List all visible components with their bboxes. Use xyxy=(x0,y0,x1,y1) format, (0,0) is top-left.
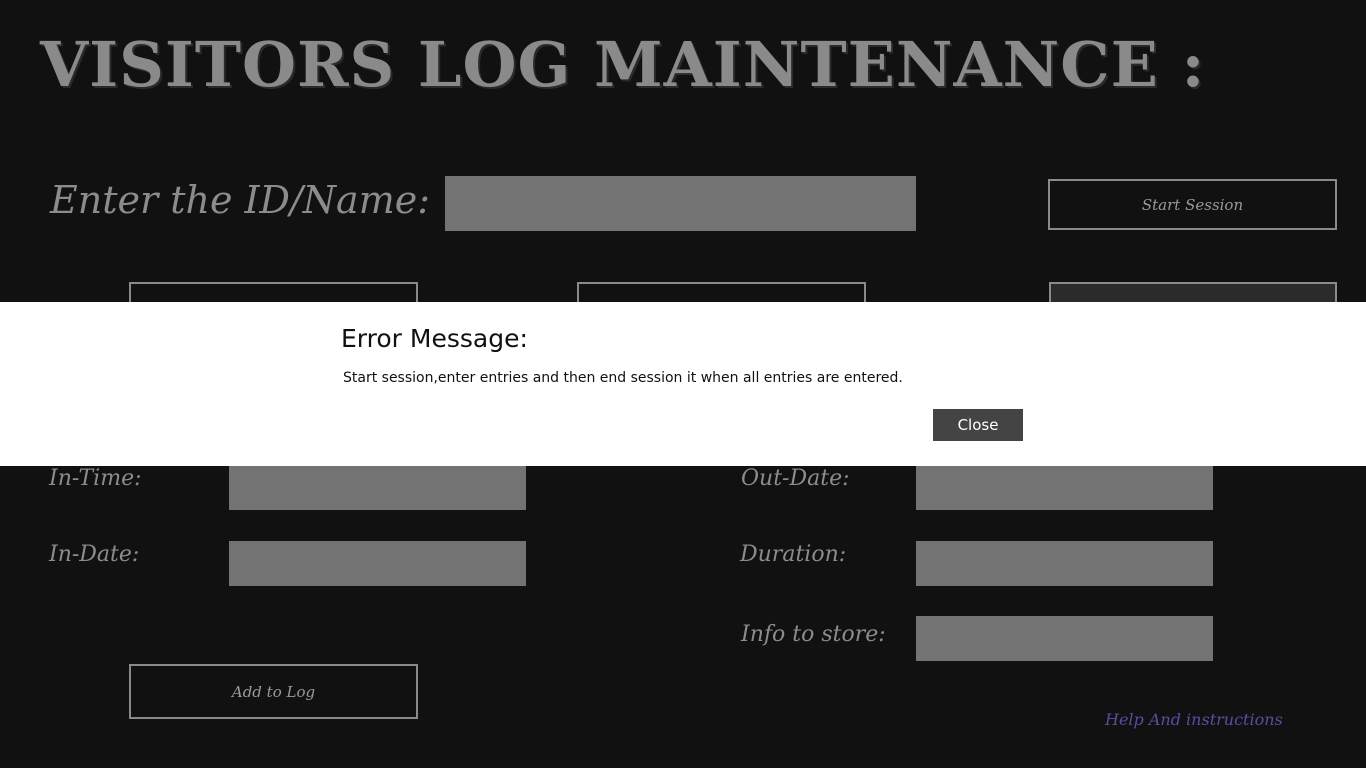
app-window: VISITORS LOG MAINTENANCE : Enter the ID/… xyxy=(0,0,1366,768)
add-to-log-button[interactable]: Add to Log xyxy=(129,664,418,719)
in-time-input[interactable] xyxy=(229,465,526,510)
info-to-store-label: Info to store: xyxy=(741,622,886,647)
duration-label: Duration: xyxy=(740,542,847,567)
duration-input[interactable] xyxy=(916,541,1213,586)
in-time-label: In-Time: xyxy=(49,466,142,491)
info-to-store-input[interactable] xyxy=(916,616,1213,661)
id-name-input[interactable] xyxy=(445,176,916,231)
start-session-button[interactable]: Start Session xyxy=(1048,179,1337,230)
in-date-label: In-Date: xyxy=(49,542,140,567)
dialog-title: Error Message: xyxy=(341,324,528,353)
out-date-input[interactable] xyxy=(916,465,1213,510)
dialog-message: Start session,enter entries and then end… xyxy=(343,370,903,386)
in-date-input[interactable] xyxy=(229,541,526,586)
close-button[interactable]: Close xyxy=(933,409,1023,441)
error-dialog: Error Message: Start session,enter entri… xyxy=(0,302,1366,466)
help-instructions-link[interactable]: Help And instructions xyxy=(1105,710,1283,729)
id-name-label: Enter the ID/Name: xyxy=(50,178,431,222)
page-title: VISITORS LOG MAINTENANCE : xyxy=(40,28,1206,101)
out-date-label: Out-Date: xyxy=(741,466,850,491)
